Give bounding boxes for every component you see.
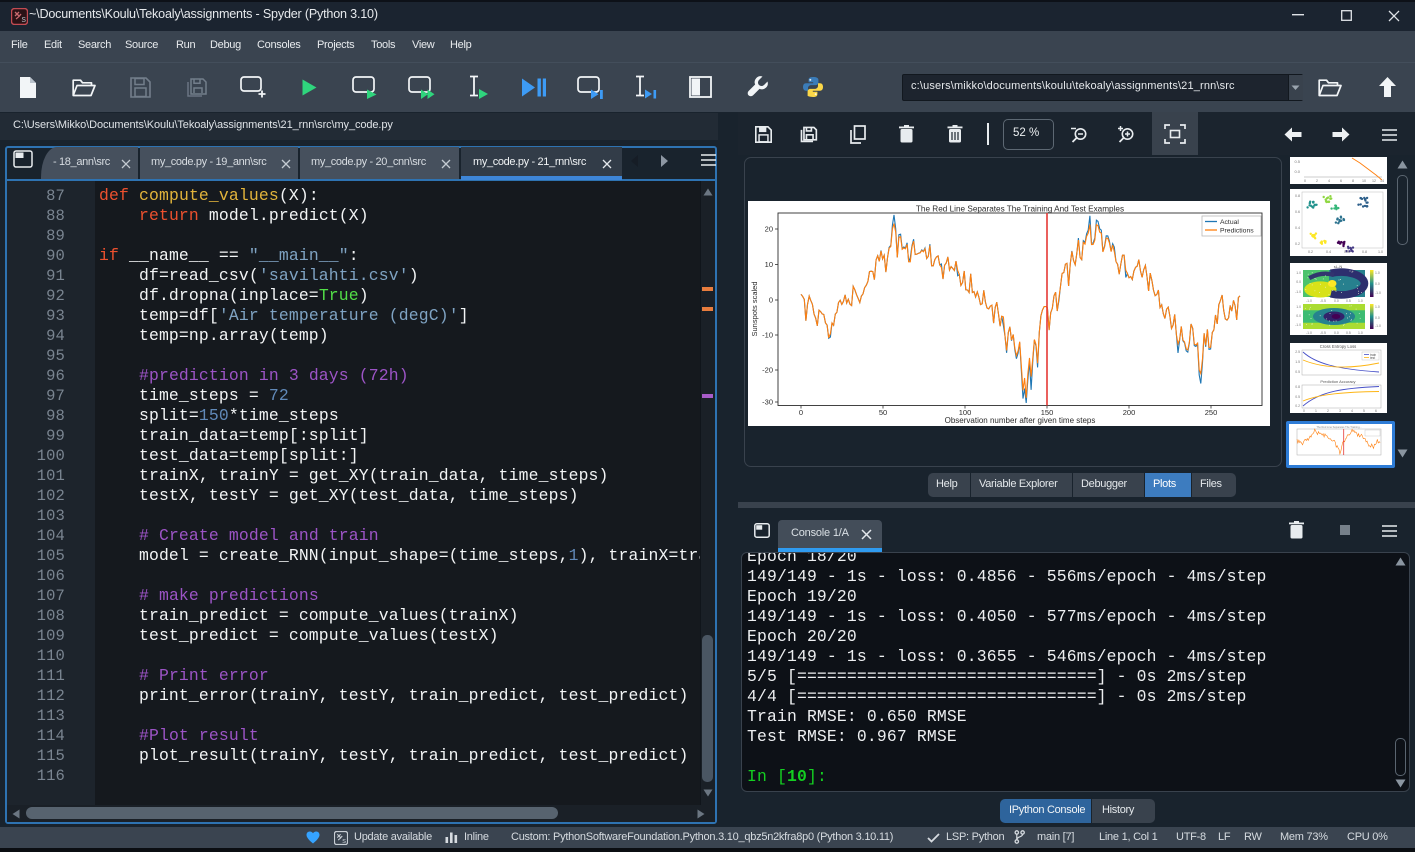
svg-text:0: 0: [769, 296, 773, 305]
svg-text:1: 1: [1315, 409, 1317, 413]
svg-text:250: 250: [1205, 408, 1218, 417]
svg-text:Prediction Accuracy: Prediction Accuracy: [1320, 379, 1355, 384]
svg-text:0.0: 0.0: [1334, 331, 1339, 335]
svg-text:0.8: 0.8: [1295, 194, 1300, 198]
svg-text:0.0: 0.0: [1296, 314, 1301, 318]
svg-text:10: 10: [765, 260, 773, 269]
svg-text:0.6: 0.6: [1344, 250, 1349, 254]
svg-text:0.0: 0.0: [1334, 299, 1339, 303]
svg-text:3: 3: [1339, 409, 1341, 413]
svg-text:0.5: 0.5: [1346, 331, 1351, 335]
svg-text:1.0: 1.0: [1375, 305, 1380, 309]
svg-text:0.8: 0.8: [1362, 250, 1367, 254]
svg-text:0.5: 0.5: [1294, 159, 1300, 164]
svg-text:10: 10: [1362, 179, 1366, 183]
svg-text:200: 200: [1123, 408, 1136, 417]
svg-text:2: 2: [1316, 179, 1318, 183]
svg-text:0.2: 0.2: [1308, 250, 1313, 254]
svg-text:The Red Line Separates The Tra: The Red Line Separates The Training And …: [916, 205, 1124, 214]
svg-text:-1.0: -1.0: [1375, 324, 1381, 328]
svg-text:0.0: 0.0: [1375, 282, 1380, 286]
svg-text:0: 0: [1304, 179, 1306, 183]
svg-text:Actual: Actual: [1220, 219, 1239, 226]
svg-text:12: 12: [1372, 179, 1376, 183]
svg-text:14: 14: [1380, 179, 1384, 183]
svg-text:-0.5: -0.5: [1320, 299, 1326, 303]
svg-text:0.6: 0.6: [1295, 210, 1300, 214]
svg-text:0: 0: [1303, 409, 1305, 413]
svg-text:Sunspots scaled: Sunspots scaled: [750, 281, 759, 336]
svg-text:0.2: 0.2: [1295, 242, 1300, 246]
svg-text:6: 6: [1340, 179, 1342, 183]
svg-text:-0.5: -0.5: [1320, 331, 1326, 335]
svg-text:-1.0: -1.0: [1375, 291, 1381, 295]
svg-text:1.0: 1.0: [1296, 305, 1301, 309]
svg-text:0.4: 0.4: [1295, 226, 1300, 230]
svg-text:4: 4: [1351, 409, 1353, 413]
svg-text:Cross Entropy Loss: Cross Entropy Loss: [1320, 344, 1357, 349]
svg-text:0.0: 0.0: [1294, 169, 1300, 174]
svg-text:2: 2: [1327, 409, 1329, 413]
svg-text:The Red Line Separates The Tra: The Red Line Separates The Training...: [1316, 425, 1362, 429]
svg-text:1.0: 1.0: [1375, 271, 1380, 275]
svg-text:0.0: 0.0: [1375, 316, 1380, 320]
svg-text:0.4: 0.4: [1326, 250, 1331, 254]
svg-text:1.5: 1.5: [1295, 360, 1300, 364]
svg-text:0.5: 0.5: [1346, 299, 1351, 303]
svg-text:s: s: [22, 14, 27, 24]
svg-text:1.0: 1.0: [1296, 271, 1301, 275]
svg-text:0.5: 0.5: [1295, 370, 1300, 374]
svg-text:5: 5: [1363, 409, 1365, 413]
svg-text:-10: -10: [762, 331, 773, 340]
svg-text:0.8: 0.8: [1295, 385, 1300, 389]
svg-text:-1.0: -1.0: [1306, 299, 1312, 303]
svg-text:50: 50: [879, 408, 887, 417]
svg-text:8: 8: [1352, 179, 1354, 183]
svg-text:Predictions: Predictions: [1220, 228, 1254, 235]
svg-text:s: s: [342, 836, 346, 845]
svg-text:20: 20: [765, 225, 773, 234]
svg-text:sL-N: sL-N: [1334, 264, 1343, 269]
svg-text:0.2: 0.2: [1295, 404, 1300, 408]
svg-text:-30: -30: [762, 398, 773, 407]
svg-text:2.5: 2.5: [1295, 350, 1300, 354]
svg-text:-20: -20: [762, 366, 773, 375]
svg-text:-1.0: -1.0: [1295, 290, 1301, 294]
svg-text:test: test: [1370, 356, 1375, 360]
svg-text:0.5: 0.5: [1295, 395, 1300, 399]
svg-text:0: 0: [799, 408, 803, 417]
svg-text:0.0: 0.0: [1296, 280, 1301, 284]
svg-text:Observation number after given: Observation number after given time step…: [945, 416, 1096, 425]
svg-text:-1.0: -1.0: [1295, 323, 1301, 327]
svg-text:1.0: 1.0: [1358, 331, 1363, 335]
svg-text:-1.0: -1.0: [1306, 331, 1312, 335]
svg-text:1.0: 1.0: [1378, 250, 1383, 254]
svg-text:4: 4: [1328, 179, 1330, 183]
svg-text:6: 6: [1375, 409, 1377, 413]
svg-text:1.0: 1.0: [1358, 299, 1363, 303]
